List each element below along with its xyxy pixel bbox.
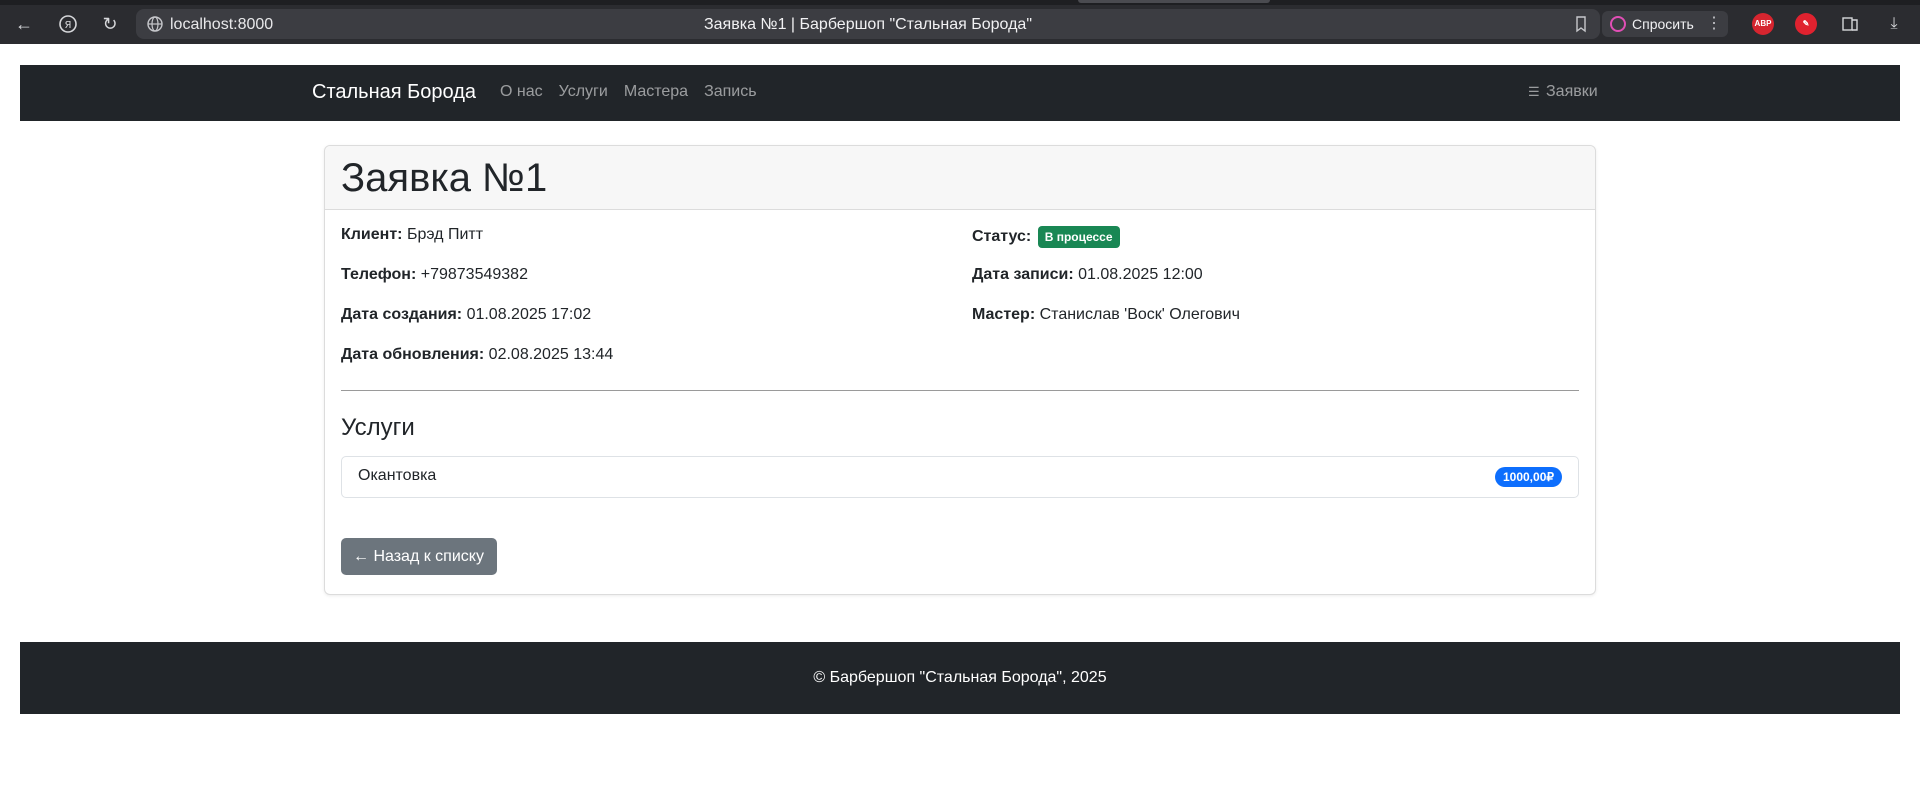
phone-label: Телефон: [341, 266, 417, 283]
created-value: 01.08.2025 17:02 [466, 306, 592, 323]
nav-link-booking[interactable]: Запись [704, 83, 757, 101]
order-details-left: Клиент: Брэд Питт Телефон: +79873549382 … [341, 226, 613, 386]
tab-strip [0, 0, 1920, 5]
back-arrow-icon[interactable]: ← [12, 12, 36, 36]
appointment-row: Дата записи: 01.08.2025 12:00 [972, 266, 1240, 306]
list-item: Окантовка 1000,00₽ [341, 456, 1579, 498]
more-icon[interactable]: ⋮ [1706, 11, 1722, 37]
price-badge: 1000,00₽ [1494, 467, 1562, 487]
order-details-right: Статус: В процессе Дата записи: 01.08.20… [972, 226, 1240, 346]
nav-link-masters[interactable]: Мастера [624, 83, 688, 101]
reload-icon[interactable]: ↻ [98, 12, 122, 36]
created-row: Дата создания: 01.08.2025 17:02 [341, 306, 613, 346]
divider [341, 390, 1579, 391]
address-bar[interactable]: localhost:8000 Заявка №1 | Барбершоп "Ст… [136, 9, 1600, 39]
extension-icon[interactable]: ✎ [1795, 13, 1817, 35]
footer: © Барбершоп "Стальная Борода", 2025 [20, 642, 1900, 714]
card-body: Клиент: Брэд Питт Телефон: +79873549382 … [325, 210, 1595, 575]
status-row: Статус: В процессе [972, 226, 1240, 266]
services-title: Услуги [341, 414, 415, 441]
download-icon[interactable]: ⤓ [1882, 12, 1906, 36]
appointment-value: 01.08.2025 12:00 [1078, 266, 1203, 283]
updated-value: 02.08.2025 13:44 [488, 346, 614, 363]
created-label: Дата создания: [341, 306, 463, 323]
brand-link[interactable]: Стальная Борода [312, 81, 476, 104]
phone-value: +79873549382 [420, 266, 528, 283]
yandex-icon[interactable]: Я [56, 12, 80, 36]
ask-label: Спросить [1632, 16, 1694, 32]
nav-link-orders[interactable]: ☰ Заявки [1528, 83, 1598, 101]
master-value: Станислав 'Воск' Олегович [1039, 306, 1240, 323]
nav-link-about[interactable]: О нас [500, 83, 543, 101]
navbar: Стальная Борода О нас Услуги Мастера Зап… [20, 65, 1900, 121]
nav-links: О нас Услуги Мастера Запись [500, 83, 757, 101]
nav-link-orders-label: Заявки [1546, 83, 1598, 100]
ask-icon [1610, 16, 1626, 32]
order-card: Заявка №1 Клиент: Брэд Питт Телефон: +79… [324, 145, 1596, 595]
ask-button[interactable]: Спросить ⋮ [1602, 11, 1728, 37]
master-row: Мастер: Станислав 'Воск' Олегович [972, 306, 1240, 346]
back-to-list-button[interactable]: ← Назад к списку [341, 538, 497, 575]
service-name: Окантовка [358, 467, 437, 484]
tab-title: Заявка №1 | Барбершоп "Стальная Борода" [703, 16, 1032, 33]
nav-link-services[interactable]: Услуги [559, 83, 608, 101]
browser-toolbar: ← Я ↻ localhost:8000 Заявка №1 | Барберш… [0, 0, 1920, 44]
page-title: Заявка №1 [341, 156, 548, 200]
appointment-label: Дата записи: [972, 266, 1074, 283]
page: Стальная Борода О нас Услуги Мастера Зап… [20, 65, 1900, 714]
client-row: Клиент: Брэд Питт [341, 226, 613, 266]
updated-label: Дата обновления: [341, 346, 485, 363]
card-header: Заявка №1 [325, 146, 1595, 210]
svg-text:Я: Я [65, 20, 72, 31]
phone-row: Телефон: +79873549382 [341, 266, 613, 306]
client-label: Клиент: [341, 226, 403, 243]
collections-icon[interactable] [1838, 12, 1862, 36]
status-label: Статус: [972, 228, 1032, 245]
tab-indicator [1078, 0, 1270, 3]
client-value: Брэд Питт [406, 226, 484, 243]
updated-row: Дата обновления: 02.08.2025 13:44 [341, 346, 613, 386]
status-badge: В процессе [1037, 226, 1120, 248]
list-icon: ☰ [1528, 84, 1540, 99]
bookmark-icon[interactable] [1572, 15, 1590, 33]
master-label: Мастер: [972, 306, 1036, 323]
adblock-extension-icon[interactable]: ABP [1752, 13, 1774, 35]
